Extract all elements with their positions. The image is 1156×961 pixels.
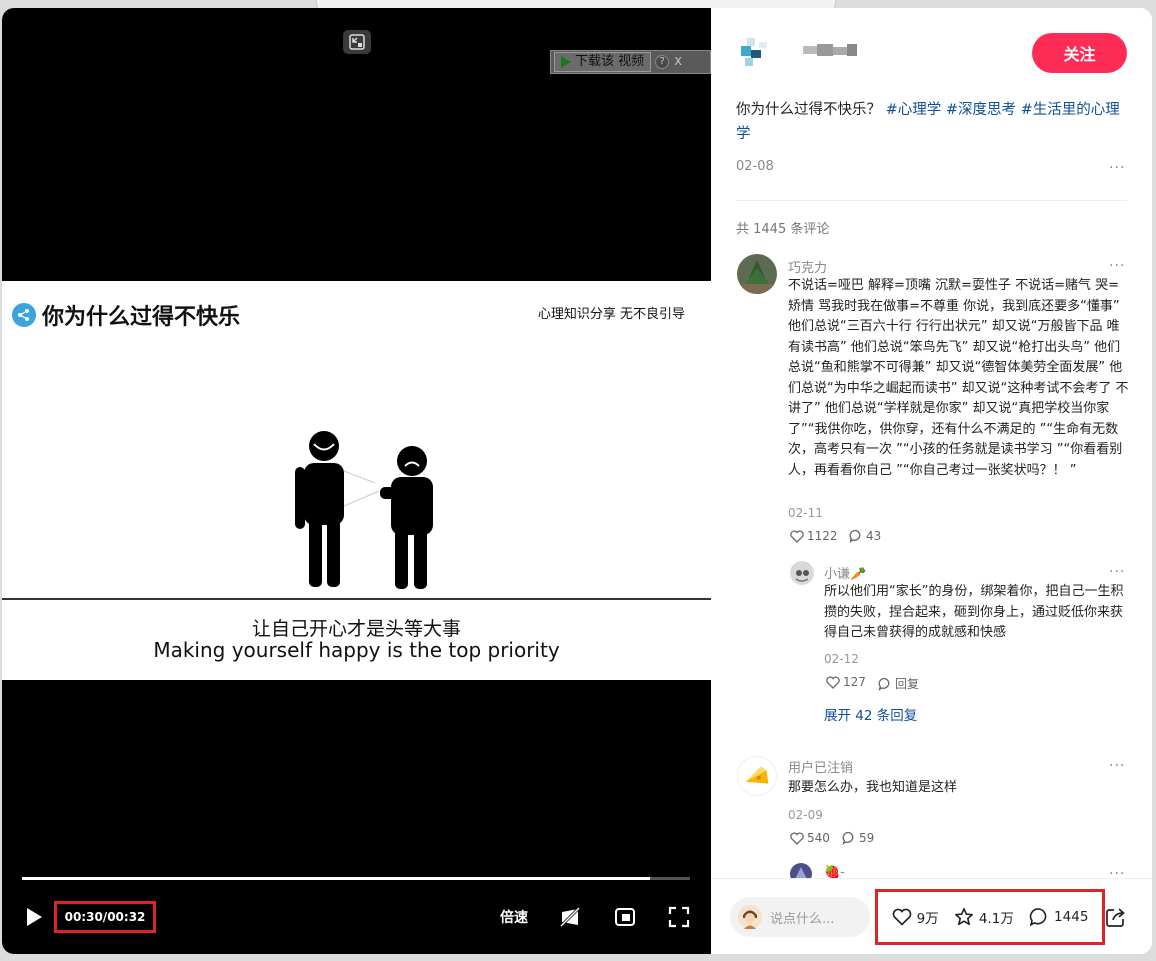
download-help-button[interactable]: ? [655, 55, 670, 69]
reply-like-button[interactable]: 127 [826, 675, 866, 689]
note-detail-modal: 下载该 视频 ? X 你为什么过得不快乐 心理知识分享 无不良引导 让自己开心才… [2, 8, 1152, 954]
comment-more-button[interactable]: ··· [1109, 758, 1125, 774]
comment-like-count: 1122 [807, 529, 838, 543]
star-icon [954, 908, 973, 926]
fullscreen-icon[interactable] [668, 906, 690, 928]
play-triangle-icon [561, 56, 571, 68]
reply-avatar[interactable] [790, 561, 814, 585]
comment-input-placeholder: 说点什么... [770, 911, 835, 927]
comment-date: 02-09 [788, 808, 823, 822]
commenter-name[interactable]: 用户已注销 [788, 757, 853, 776]
post-description: 你为什么过得不快乐？ #心理学 #深度思考 #生活里的心理学 [736, 98, 1131, 146]
post-date: 02-08 [736, 159, 774, 174]
comment-like-button[interactable]: 1122 [790, 529, 838, 543]
comment-text: 不说话=哑巴 解释=顶嘴 沉默=耍性子 不说话=赌气 哭=矫情 骂我时我在做事=… [788, 278, 1129, 478]
expand-replies-link[interactable]: 展开 42 条回复 [824, 704, 917, 724]
comment-count: 共 1445 条评论 [736, 222, 830, 237]
video-progress-fill [22, 877, 650, 880]
subtitle-english: Making yourself happy is the top priorit… [153, 638, 560, 662]
favorite-count: 4.1万 [978, 911, 1014, 927]
comment-icon [1029, 908, 1047, 927]
follow-button[interactable]: 关注 [1032, 33, 1127, 73]
commenter-avatar[interactable] [737, 756, 777, 796]
heart-icon [892, 908, 911, 926]
time-display: 00:30/00:32 [54, 901, 156, 933]
video-progress-bar[interactable] [22, 877, 690, 880]
share-arrow-icon[interactable] [1105, 906, 1127, 928]
comment-icon [878, 677, 890, 691]
video-player[interactable]: 下载该 视频 ? X 你为什么过得不快乐 心理知识分享 无不良引导 让自己开心才… [2, 8, 711, 954]
heart-icon [826, 675, 840, 689]
frame-tag: 心理知识分享 无不良引导 [537, 307, 685, 322]
comments-button[interactable]: 1445 [1029, 907, 1088, 927]
commenter-avatar[interactable] [737, 254, 777, 294]
share-icon [12, 303, 36, 327]
engagement-stats: 9万 4.1万 1445 [875, 889, 1105, 945]
heart-icon [790, 831, 804, 845]
comment-date: 02-11 [788, 506, 823, 520]
author-avatar[interactable] [737, 34, 773, 70]
commenter-name[interactable]: 巧克力 [788, 257, 827, 276]
video-download-toolbar: 下载该 视频 ? X [550, 50, 711, 74]
bottom-action-bar: 说点什么... 9万 4.1万 1445 [711, 878, 1152, 954]
like-count: 9万 [916, 911, 939, 927]
danmaku-off-icon[interactable] [559, 906, 581, 928]
like-button[interactable]: 9万 [892, 907, 939, 927]
subtitle-chinese: 让自己开心才是头等大事 [251, 618, 461, 640]
reply-reply-label: 回复 [895, 677, 920, 691]
hashtag-psychology[interactable]: #心理学 [886, 102, 942, 118]
shrink-icon[interactable] [343, 30, 371, 54]
playback-speed-button[interactable]: 倍速 [500, 907, 528, 927]
post-description-text: 你为什么过得不快乐？ [736, 102, 881, 118]
reply-more-button[interactable]: ··· [1109, 564, 1125, 580]
author-name-blurred[interactable] [803, 42, 859, 58]
comment-like-button[interactable]: 540 [790, 831, 830, 845]
comments-total: 1445 [1054, 909, 1089, 925]
comment-reply-count: 59 [859, 831, 875, 845]
frame-divider [2, 598, 711, 600]
reply-text: 所以他们用“家长”的身份，绑架着你，把自己一生积攒的失败，捏合起来，砸到你身上，… [824, 584, 1124, 640]
heart-icon [790, 529, 804, 543]
download-close-button[interactable]: X [671, 54, 685, 70]
reply-name[interactable]: 小谦🥕 [824, 563, 866, 582]
video-frame-title: 你为什么过得不快乐 [12, 299, 240, 331]
reply-reply-button[interactable]: 回复 [878, 675, 919, 692]
comment-reply-button[interactable]: 43 [849, 529, 881, 543]
download-video-label: 下载该 视频 [575, 54, 645, 69]
post-panel: 关注 你为什么过得不快乐？ #心理学 #深度思考 #生活里的心理学 02-08 … [711, 8, 1152, 954]
user-avatar-icon [738, 905, 762, 929]
comment-input[interactable]: 说点什么... [730, 897, 870, 937]
frame-title-text: 你为什么过得不快乐 [42, 305, 241, 330]
reply-like-count: 127 [843, 675, 866, 689]
comment-text: 那要怎么办，我也知道是这样 [788, 780, 958, 795]
comment-reply-button[interactable]: 59 [842, 831, 874, 845]
comment-icon [842, 831, 854, 845]
post-more-button[interactable]: ··· [1109, 160, 1125, 176]
play-icon[interactable] [24, 906, 44, 928]
comment-more-button[interactable]: ··· [1109, 258, 1125, 274]
divider [736, 200, 1127, 201]
pip-icon[interactable] [614, 906, 636, 928]
download-video-button[interactable]: 下载该 视频 [554, 52, 652, 72]
hashtag-deep-thinking[interactable]: #深度思考 [946, 102, 1016, 118]
comment-icon [849, 529, 861, 543]
reply-date: 02-12 [824, 652, 859, 666]
favorite-button[interactable]: 4.1万 [954, 907, 1014, 927]
time-text: 00:30/00:32 [64, 910, 146, 924]
comment-like-count: 540 [807, 831, 830, 845]
stick-figures-illustration [295, 431, 433, 589]
comment-reply-count: 43 [866, 529, 882, 543]
video-frame: 你为什么过得不快乐 心理知识分享 无不良引导 让自己开心才是头等大事 Makin… [2, 281, 711, 680]
